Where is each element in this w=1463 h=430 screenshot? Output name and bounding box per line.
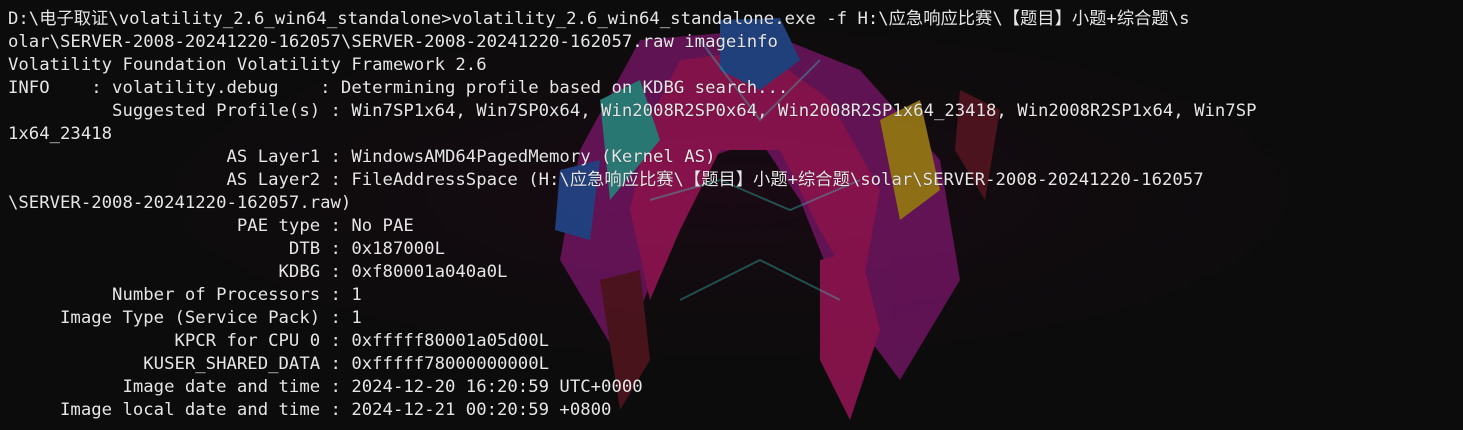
terminal-line: Image local date and time : 2024-12-21 0… <box>8 400 612 420</box>
terminal-output: D:\电子取证\volatility_2.6_win64_standalone>… <box>8 8 1458 422</box>
terminal-line: KDBG : 0xf80001a040a0L <box>8 262 508 282</box>
terminal-line: Number of Processors : 1 <box>8 285 362 305</box>
terminal-line: KUSER_SHARED_DATA : 0xfffff78000000000L <box>8 354 550 374</box>
terminal-line: AS Layer1 : WindowsAMD64PagedMemory (Ker… <box>8 147 716 167</box>
terminal-line: PAE type : No PAE <box>8 216 414 236</box>
terminal-line: Volatility Foundation Volatility Framewo… <box>8 55 487 75</box>
terminal-line: D:\电子取证\volatility_2.6_win64_standalone>… <box>8 9 1190 29</box>
terminal-line: 1x64_23418 <box>8 124 113 144</box>
terminal-line: KPCR for CPU 0 : 0xfffff80001a05d00L <box>8 331 550 351</box>
terminal-line: AS Layer2 : FileAddressSpace (H:\应急响应比赛\… <box>8 170 1204 190</box>
terminal-line: olar\SERVER-2008-20241220-162057\SERVER-… <box>8 32 778 52</box>
terminal-line: INFO : volatility.debug : Determining pr… <box>8 78 789 98</box>
terminal-line: Image date and time : 2024-12-20 16:20:5… <box>8 377 643 397</box>
terminal-line: \SERVER-2008-20241220-162057.raw) <box>8 193 352 213</box>
terminal-window[interactable]: D:\电子取证\volatility_2.6_win64_standalone>… <box>0 0 1463 430</box>
terminal-line: Image Type (Service Pack) : 1 <box>8 308 362 328</box>
terminal-line: DTB : 0x187000L <box>8 239 445 259</box>
terminal-line: Suggested Profile(s) : Win7SP1x64, Win7S… <box>8 101 1257 121</box>
